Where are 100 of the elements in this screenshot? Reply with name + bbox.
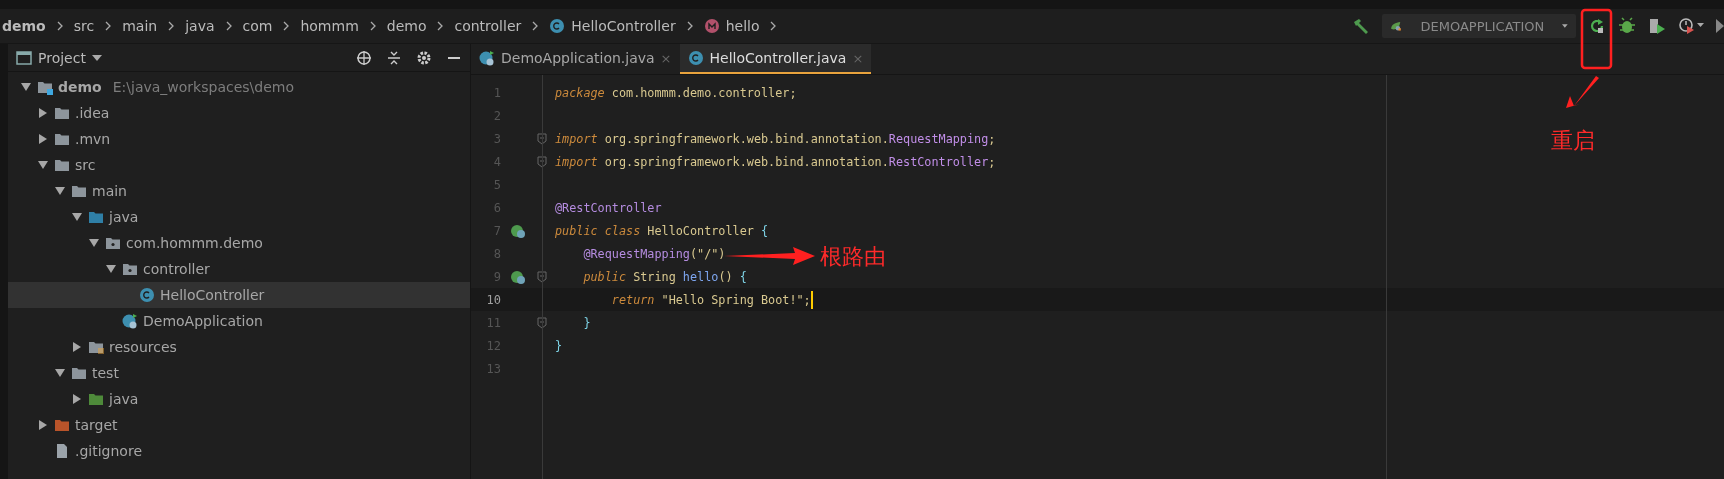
tree-item[interactable]: DemoApplication [8,308,470,334]
tree-item[interactable]: controller [8,256,470,282]
tree-item-label: resources [109,339,177,355]
expanded-arrow-icon[interactable] [71,211,83,223]
breadcrumb-item[interactable]: src [73,18,95,34]
tree-item-label: target [75,417,118,433]
text-caret [810,290,813,309]
folder-icon [54,105,70,121]
expanded-arrow-icon[interactable] [88,237,100,249]
coverage-icon[interactable] [1648,17,1666,35]
breadcrumb-item[interactable]: HelloController [571,18,676,34]
breadcrumb-item[interactable]: java [185,18,215,34]
settings-icon[interactable] [416,49,432,66]
debug-bug-icon[interactable] [1618,17,1636,35]
collapsed-arrow-icon[interactable] [37,419,49,431]
editor-tab[interactable]: DemoApplication.java × [471,44,680,74]
collapsed-arrow-icon[interactable] [71,393,83,405]
chevron-icon [104,21,113,31]
editor-tab[interactable]: HelloController.java × [679,44,872,74]
breadcrumb-item[interactable]: main [122,18,158,34]
chevron-icon [55,21,64,31]
code-line: package com.hommm.demo.controller; [555,85,797,100]
code-line: return "Hello Spring Boot!"; [610,290,813,309]
tree-item-label: .mvn [75,131,111,147]
breadcrumb-item[interactable]: hommm [300,18,359,34]
hammer-icon [1352,17,1370,35]
breadcrumb-item[interactable]: controller [454,18,522,34]
fold-marker-icon[interactable] [537,155,547,168]
tree-item[interactable]: resources [8,334,470,360]
collapse-all-icon[interactable] [386,49,402,66]
play-icon[interactable] [1716,19,1724,33]
expanded-arrow-icon[interactable] [54,367,66,379]
tree-item-label: src [75,157,96,173]
tree-item-label: demo [58,79,102,95]
chevron-icon [282,21,291,31]
file-icon [54,443,70,459]
expanded-arrow-icon[interactable] [105,263,117,275]
tree-item-label: controller [143,261,210,277]
tree-item-label: com.hommm.demo [126,235,263,251]
tree-item[interactable]: src [8,152,470,178]
chevron-icon [685,21,694,31]
breadcrumb-item[interactable]: demo [386,18,427,34]
code-line: } [555,338,563,353]
expanded-arrow-icon[interactable] [20,81,32,93]
fold-marker-icon[interactable] [537,316,547,329]
rerun-icon[interactable] [1588,17,1606,35]
spring-class-icon [479,50,495,66]
code-line: @RequestMapping("/") [582,246,726,261]
expanded-arrow-icon[interactable] [37,159,49,171]
profiler-icon[interactable] [1678,17,1704,35]
breadcrumb-item[interactable]: demo [2,18,46,34]
breadcrumb-item[interactable]: hello [725,18,760,34]
tree-item[interactable]: .idea [8,100,470,126]
tree-item-label: HelloController [160,287,265,303]
tree-item[interactable]: .gitignore [8,438,470,464]
tree-item[interactable]: target [8,412,470,438]
project-path: E:\java_workspaces\demo [112,79,294,95]
code-line: } [582,315,591,330]
tree-item[interactable]: java [8,204,470,230]
package-icon [122,261,138,277]
run-configuration-dropdown[interactable]: DEMOAPPLICATION [1382,14,1576,38]
annotation-arrow [1566,76,1599,108]
folder-icon [71,365,87,381]
tree-item[interactable]: HelloController [8,282,470,308]
fold-marker-icon[interactable] [537,270,547,283]
tree-item-label: .gitignore [75,443,142,459]
tree-item[interactable]: .mvn [8,126,470,152]
annotation-label: 根路由 [820,243,886,271]
package-icon [105,235,121,251]
chevron-icon [224,21,233,31]
chevron-icon [531,21,540,31]
tree-item-label: DemoApplication [143,313,263,329]
tree-item[interactable]: main [8,178,470,204]
tree-item[interactable]: test [8,360,470,386]
method-icon [703,18,720,34]
bean-icon[interactable] [510,268,526,285]
breadcrumb-item[interactable]: com [242,18,273,34]
class-icon [687,50,704,66]
collapsed-arrow-icon[interactable] [37,133,49,145]
class-icon [139,287,155,303]
code-line: @RestController [555,200,662,215]
code-line: import org.springframework.web.bind.annotation.RestController; [555,154,996,169]
tree-item[interactable]: java [8,386,470,412]
expanded-arrow-icon[interactable] [54,185,66,197]
tree-item-label: .idea [75,105,110,121]
folder-icon [54,131,70,147]
folder-icon [88,209,104,225]
bean-icon[interactable] [510,222,526,239]
chevron-icon [368,21,377,31]
tree-item[interactable]: demo E:\java_workspaces\demo [8,74,470,100]
fold-marker-icon[interactable] [537,132,547,145]
panel-title[interactable]: Project [38,49,86,66]
folder-icon [54,417,70,433]
highlight-frame [1580,8,1613,70]
collapsed-arrow-icon[interactable] [71,341,83,353]
spring-class-icon [122,313,138,329]
tree-item-label: main [92,183,127,199]
collapsed-arrow-icon[interactable] [37,107,49,119]
tree-item[interactable]: com.hommm.demo [8,230,470,256]
locate-icon[interactable] [356,49,372,66]
